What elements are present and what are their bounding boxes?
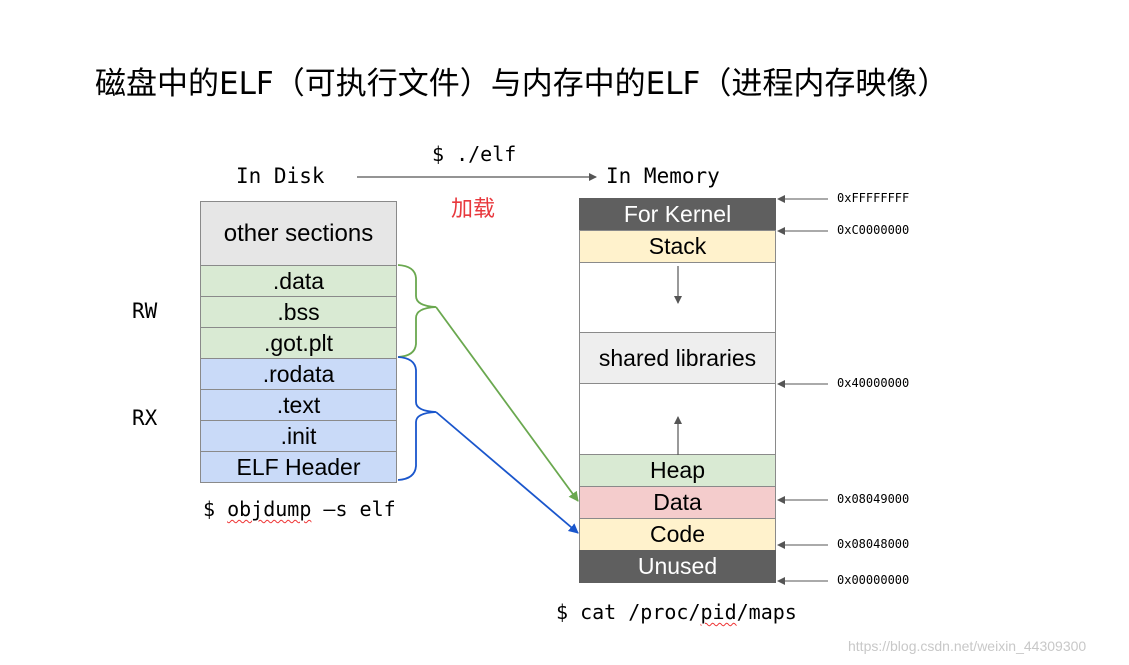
- rx-brace: [397, 356, 437, 481]
- arrows-layer: [357, 173, 828, 585]
- rw-brace: [397, 264, 437, 358]
